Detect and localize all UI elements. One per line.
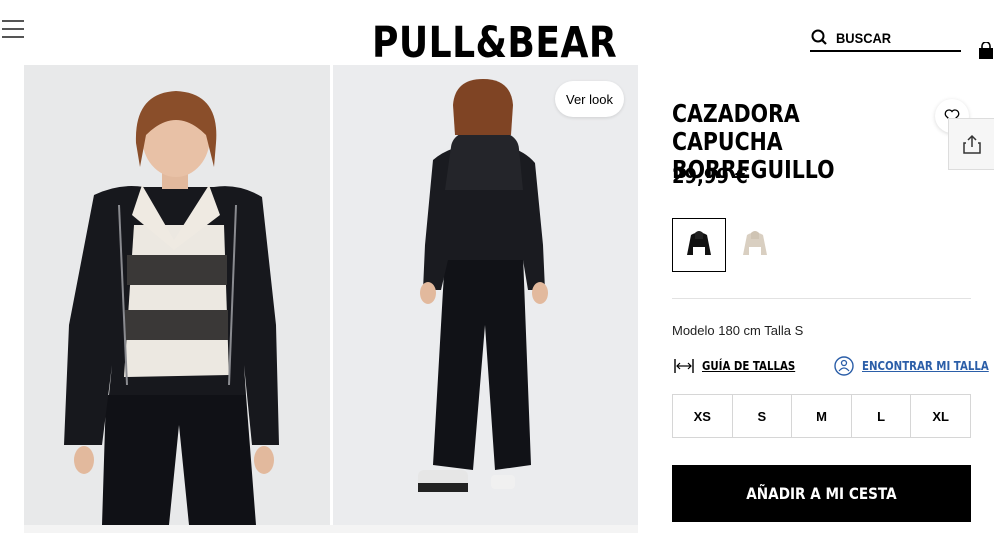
product-image-front[interactable] <box>24 65 330 525</box>
search-icon <box>811 29 827 45</box>
gallery-next-row <box>24 525 638 533</box>
brand-logo[interactable]: PULL&BEAR <box>372 18 617 68</box>
person-size-icon <box>834 356 854 376</box>
add-to-cart-button[interactable]: AÑADIR A MI CESTA <box>672 465 971 522</box>
share-button[interactable] <box>948 118 994 170</box>
color-swatch-black[interactable] <box>672 218 726 272</box>
add-to-cart-label: AÑADIR A MI CESTA <box>746 484 897 503</box>
jacket-black-thumbnail <box>687 231 711 255</box>
find-my-size-link[interactable]: ENCONTRAR MI TALLA <box>834 356 994 376</box>
find-my-size-label: ENCONTRAR MI TALLA <box>862 359 989 373</box>
size-selector: XS S M L XL <box>672 394 971 438</box>
size-option-s[interactable]: S <box>733 395 793 437</box>
size-option-xl[interactable]: XL <box>911 395 970 437</box>
size-option-xs[interactable]: XS <box>673 395 733 437</box>
search-label: BUSCAR <box>836 30 892 46</box>
size-guide-link[interactable]: GUÍA DE TALLAS <box>674 357 812 375</box>
product-image-back[interactable] <box>333 65 638 525</box>
ruler-icon <box>674 359 694 373</box>
menu-icon[interactable] <box>2 20 24 40</box>
share-icon <box>962 134 981 154</box>
search-input[interactable]: BUSCAR <box>810 28 961 52</box>
product-price: 29,99 € <box>672 164 748 188</box>
divider <box>672 298 971 299</box>
jacket-beige-thumbnail <box>743 231 767 255</box>
color-swatch-beige[interactable] <box>728 218 782 272</box>
size-option-m[interactable]: M <box>792 395 852 437</box>
size-guide-label: GUÍA DE TALLAS <box>702 359 796 373</box>
ver-look-button[interactable]: Ver look <box>555 81 624 117</box>
size-option-l[interactable]: L <box>852 395 912 437</box>
shopping-bag-icon[interactable] <box>978 42 994 60</box>
model-info: Modelo 180 cm Talla S <box>672 323 804 338</box>
